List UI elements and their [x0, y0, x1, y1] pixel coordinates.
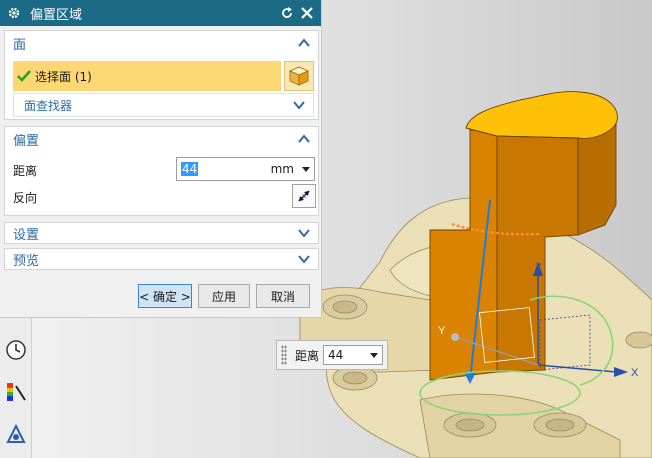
chevron-down-icon [293, 101, 305, 110]
chevron-down-icon [298, 255, 310, 264]
distance-input[interactable]: 44 mm [176, 157, 315, 181]
chevron-up-icon [298, 38, 310, 47]
y-axis-label: Y [438, 325, 446, 337]
reverse-direction-icon [298, 190, 310, 202]
ok-button[interactable]: < 确定 > [138, 284, 192, 308]
select-face-label: 选择面 (1) [35, 69, 92, 84]
distance-label: 距离 [13, 164, 38, 178]
dynamic-distance-value: 44 [328, 348, 344, 362]
preview-section-title: 预览 [13, 253, 40, 269]
chevron-up-icon [298, 134, 310, 143]
face-section-title: 面 [13, 37, 27, 53]
offset-section: 偏置 距离 44 mm 反向 [4, 126, 319, 216]
left-resource-bar [0, 318, 32, 458]
face-section-header[interactable]: 面 [5, 31, 318, 55]
clock-history-icon[interactable] [4, 338, 28, 362]
reset-icon[interactable] [279, 5, 295, 21]
dialog-title: 偏置区域 [30, 7, 83, 23]
offset-section-header[interactable]: 偏置 [5, 127, 318, 151]
palette-icon[interactable] [4, 380, 28, 404]
roles-icon[interactable] [4, 422, 28, 446]
face-finder-label: 面查找器 [24, 98, 73, 113]
preview-section-header[interactable]: 预览 [5, 249, 318, 269]
reverse-label: 反向 [13, 191, 38, 205]
offset-section-title: 偏置 [13, 133, 40, 149]
checkmark-icon [17, 70, 31, 82]
x-axis-label: X [631, 367, 639, 379]
settings-section-header[interactable]: 设置 [5, 223, 318, 243]
chevron-down-icon [298, 229, 310, 238]
distance-row: 距离 [13, 162, 37, 179]
settings-section-title: 设置 [13, 227, 40, 243]
preview-section[interactable]: 预览 [4, 248, 319, 270]
unit-dropdown-arrow-icon[interactable] [302, 166, 310, 172]
cancel-button[interactable]: 取消 [256, 284, 310, 308]
reverse-direction-button[interactable] [292, 184, 316, 208]
face-selection-cube-button[interactable] [284, 61, 314, 91]
apply-button[interactable]: 应用 [198, 284, 250, 308]
drag-grip-icon[interactable] [281, 345, 287, 365]
distance-value: 44 [181, 162, 199, 176]
gear-icon[interactable] [6, 5, 22, 21]
distance-unit: mm [270, 162, 294, 176]
settings-section[interactable]: 设置 [4, 222, 319, 244]
z-axis-label: Z [535, 262, 542, 274]
cube-icon [289, 66, 309, 86]
offset-region-dialog: 偏置区域 面 选择面 (1) 面查找器 偏置 距离 44 mm 反向 设置 预览… [0, 0, 322, 318]
close-icon[interactable] [299, 5, 315, 21]
select-face-row[interactable]: 选择面 (1) [13, 61, 281, 91]
dynamic-distance-input: 距离 44 [276, 340, 388, 370]
dynamic-distance-label: 距离 [295, 348, 320, 363]
reverse-row: 反向 [13, 189, 37, 206]
face-finder-row[interactable]: 面查找器 [13, 93, 314, 117]
dropdown-arrow-icon [370, 352, 378, 358]
dialog-titlebar[interactable]: 偏置区域 [0, 0, 321, 26]
face-section: 面 选择面 (1) 面查找器 [4, 30, 319, 120]
dynamic-distance-select[interactable]: 44 [323, 345, 383, 365]
